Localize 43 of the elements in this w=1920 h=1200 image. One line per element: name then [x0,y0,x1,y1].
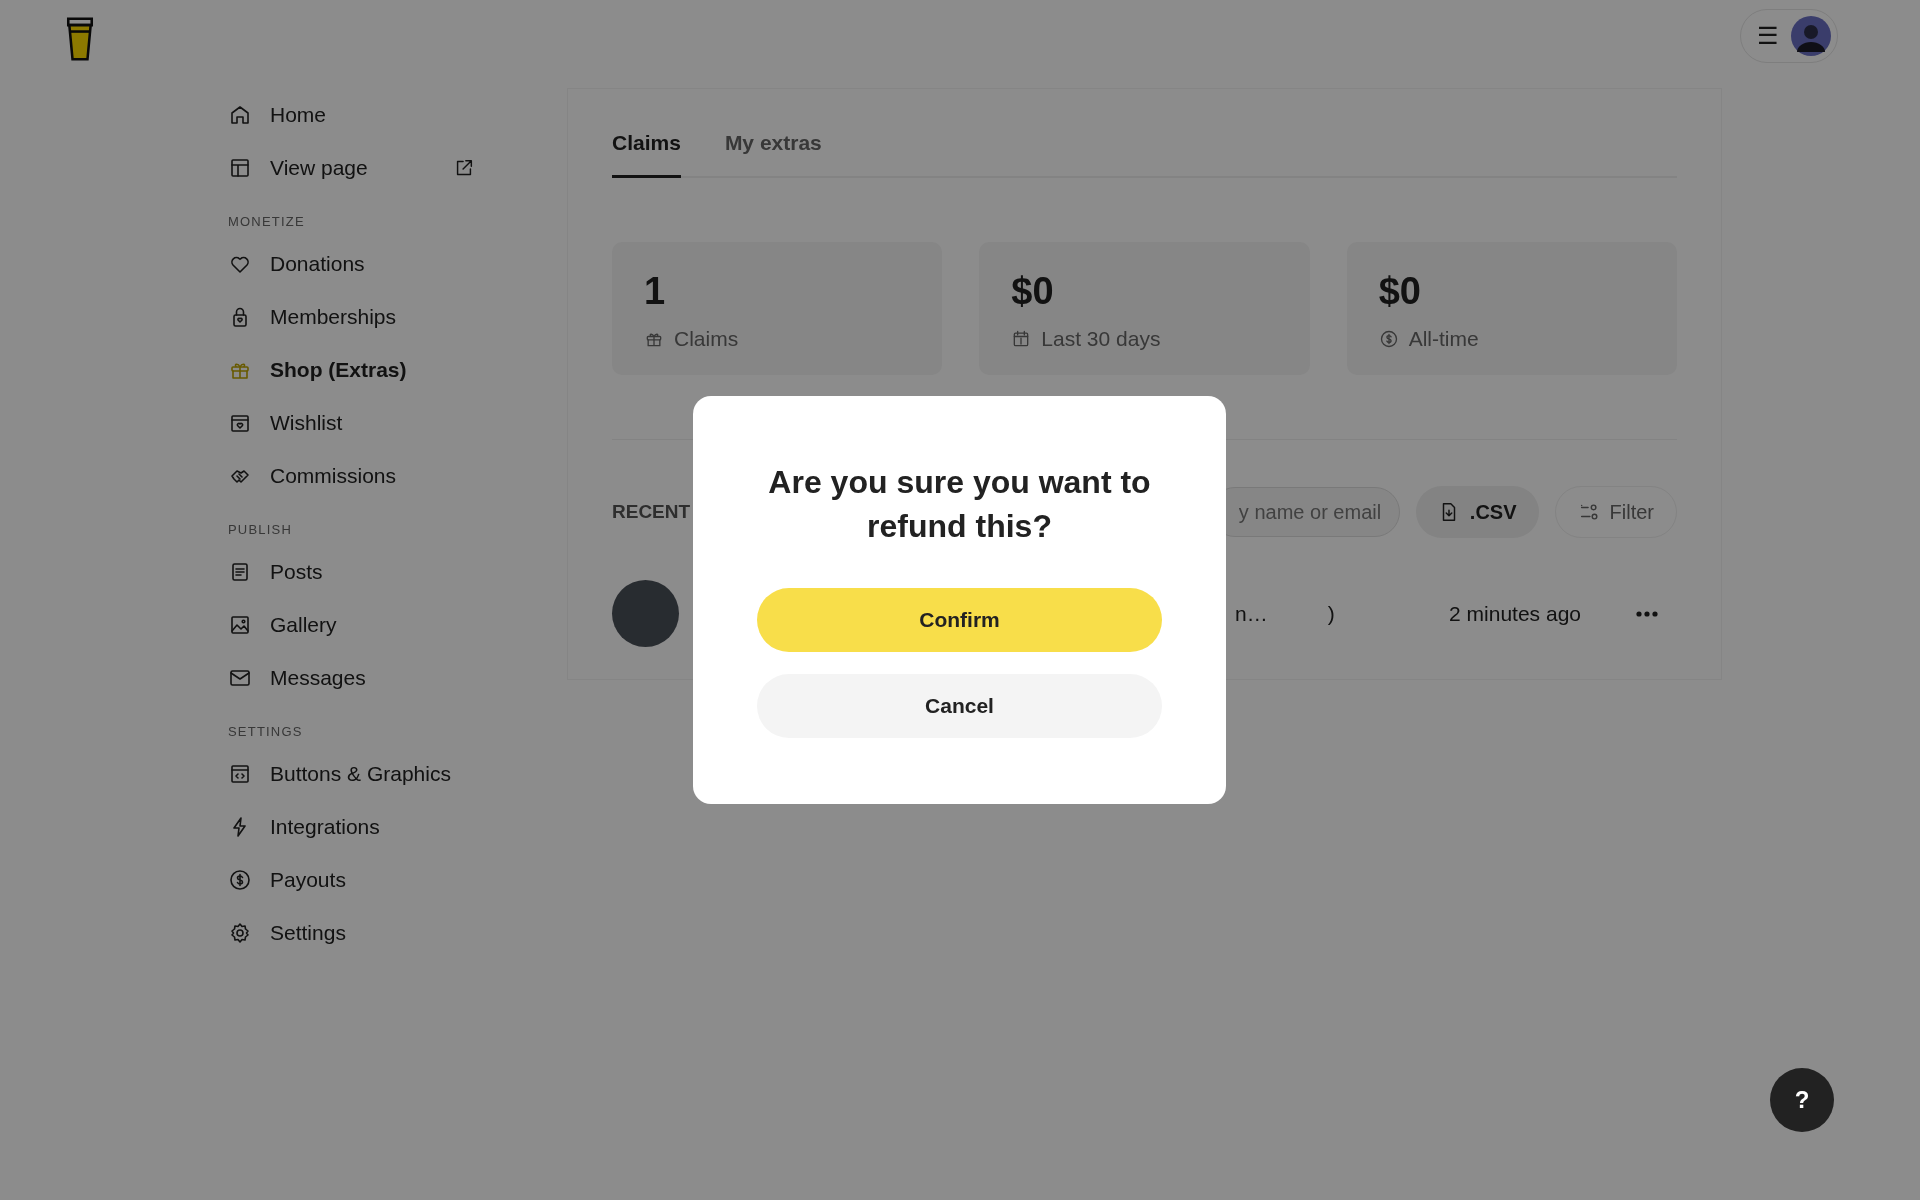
dollar-icon [1378,329,1399,349]
tab[interactable]: My extras [724,117,822,178]
sidebar-item[interactable]: Gallery [228,598,567,651]
sidebar-item[interactable]: Donations [228,237,567,290]
stat-value: $0 [1011,270,1055,313]
sidebar-item[interactable]: Buttons & Graphics [228,747,567,800]
sidebar-item[interactable]: Posts [228,545,567,598]
stat-label: Last 30 days [1041,327,1161,351]
dollar-icon [228,867,252,892]
sidebar-item[interactable]: Home [228,88,567,141]
stat-label: Claims [674,327,739,351]
settings-icon [228,920,252,945]
stat-value: $0 [1378,270,1422,313]
cancel-button[interactable]: Cancel [757,674,1162,738]
dialog-title: Are you sure you want to refund this? [767,463,1152,546]
filter-button[interactable]: Filter [1554,486,1677,538]
sidebar-item[interactable]: Commissions [228,449,567,502]
section-heading: MONETIZE [228,214,306,229]
avatar-icon [1791,16,1831,56]
section-heading: PUBLISH [228,522,294,537]
account-menu[interactable]: ☰ [1740,9,1838,63]
stat-label: All-time [1408,327,1479,351]
help-button[interactable]: ? [1770,1068,1834,1132]
menu-icon: ☰ [1757,24,1779,48]
sidebar-item[interactable]: Memberships [228,290,567,343]
time-text: 2 minutes ago [1449,601,1581,626]
section-heading: SETTINGS [228,724,304,739]
section-heading: RECENT [612,501,691,523]
sidebar-item[interactable]: Payouts [228,853,567,906]
csv-button[interactable]: .CSV [1415,486,1539,538]
sidebar-item[interactable]: View page [228,141,567,194]
confirm-button[interactable]: Confirm [757,588,1162,652]
stat-value: 1 [644,270,667,313]
sidebar-item[interactable]: Shop (Extras) [228,343,567,396]
sidebar-item[interactable]: Settings [228,906,567,959]
sidebar-item[interactable]: Wishlist [228,396,567,449]
tab[interactable]: Claims [612,117,681,178]
sidebar-item[interactable]: Integrations [228,800,567,853]
table-cell: ) [1327,601,1335,626]
cup-logo-icon[interactable] [64,15,96,63]
supporter-name: n… [1235,601,1268,626]
sidebar-item[interactable]: Messages [228,651,567,704]
more-options-icon[interactable] [1635,609,1659,618]
